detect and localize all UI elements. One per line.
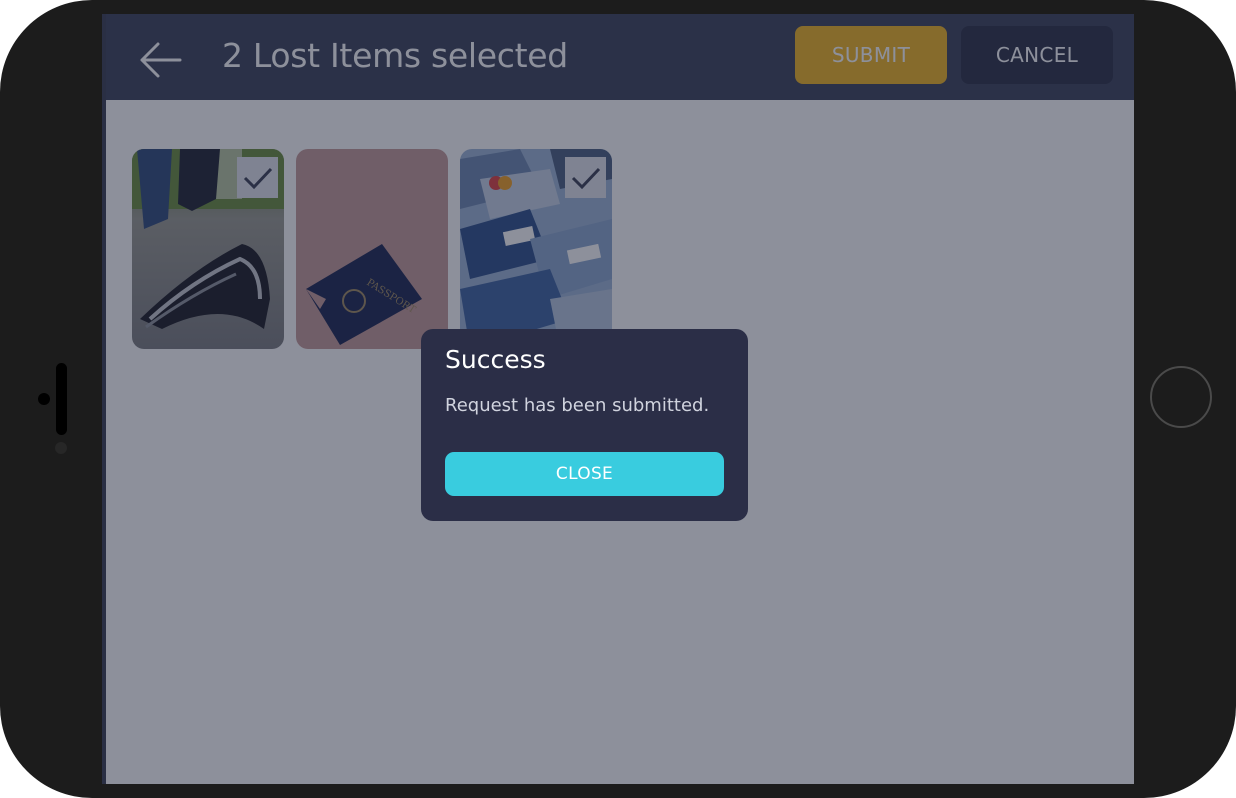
home-button[interactable] (1150, 366, 1212, 428)
dialog-title: Success (445, 345, 546, 374)
device-speaker (56, 363, 67, 435)
device-camera (38, 393, 50, 405)
close-button[interactable]: CLOSE (445, 452, 724, 496)
dialog-message: Request has been submitted. (445, 395, 710, 416)
app-screen: 2 Lost Items selected SUBMIT CANCEL (102, 14, 1134, 784)
device-sensor (55, 442, 67, 454)
screen-edge (102, 14, 106, 784)
tablet-device: 2 Lost Items selected SUBMIT CANCEL (0, 0, 1236, 798)
success-dialog: Success Request has been submitted. CLOS… (421, 329, 748, 521)
